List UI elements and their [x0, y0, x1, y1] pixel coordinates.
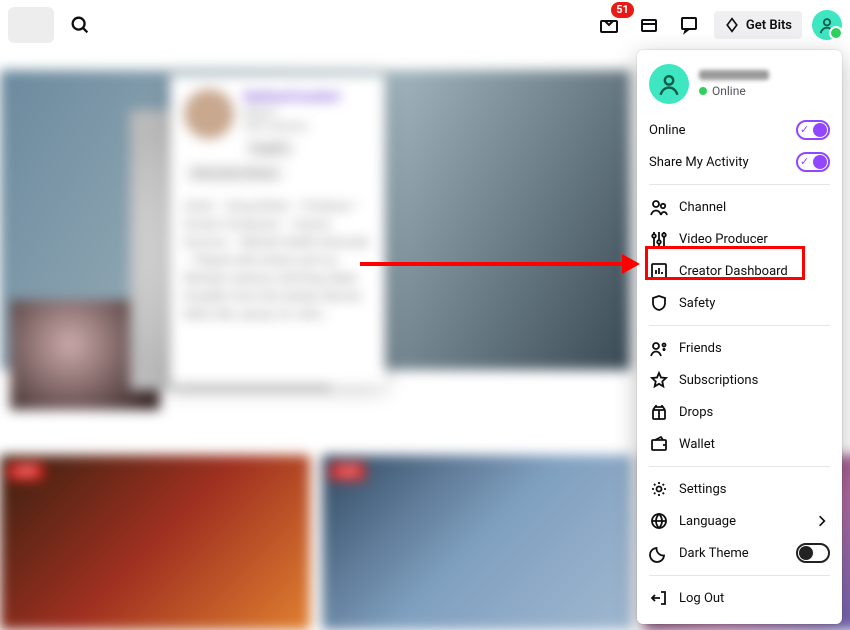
menu-username — [699, 70, 769, 80]
menu-avatar — [649, 64, 689, 104]
search-button[interactable] — [60, 7, 100, 43]
menu-item-label: Language — [679, 514, 736, 529]
drops-icon — [649, 402, 669, 422]
globe-icon — [649, 511, 669, 531]
menu-item-safety[interactable]: Safety — [637, 287, 842, 319]
get-bits-label: Get Bits — [746, 18, 792, 33]
whispers-button[interactable] — [674, 10, 704, 40]
toggle-dark-theme-switch[interactable] — [796, 543, 830, 563]
crown-icon — [639, 15, 659, 35]
toggle-online[interactable]: Online ✓ — [637, 114, 842, 146]
featured-info-card: NathanCavaleri Music635 viewers EnglishA… — [170, 75, 385, 385]
moon-icon — [649, 543, 669, 563]
channel-icon — [649, 197, 669, 217]
menu-item-video-producer[interactable]: Video Producer — [637, 223, 842, 255]
menu-item-language[interactable]: Language — [637, 505, 842, 537]
sliders-icon — [649, 229, 669, 249]
menu-user-header: Online — [637, 60, 842, 114]
menu-item-channel[interactable]: Channel — [637, 191, 842, 223]
toggle-online-switch[interactable]: ✓ — [796, 120, 830, 140]
inbox-arrow-icon — [599, 15, 619, 35]
online-dot-icon — [699, 87, 707, 95]
gear-icon — [649, 479, 669, 499]
logout-icon — [649, 588, 669, 608]
menu-item-label: Safety — [679, 296, 715, 311]
toggle-online-label: Online — [649, 123, 686, 138]
chat-icon — [679, 15, 699, 35]
menu-item-dark-theme[interactable]: Dark Theme — [637, 537, 842, 569]
toggle-activity-switch[interactable]: ✓ — [796, 152, 830, 172]
top-nav: 51 Get Bits — [0, 0, 850, 50]
user-menu-dropdown: Online Online ✓ Share My Activity ✓ Chan… — [637, 50, 842, 624]
menu-item-label: Dark Theme — [679, 546, 749, 561]
menu-divider — [649, 575, 830, 576]
menu-status-label: Online — [712, 84, 746, 98]
menu-item-friends[interactable]: Friends — [637, 332, 842, 364]
get-bits-button[interactable]: Get Bits — [714, 11, 802, 39]
menu-item-wallet[interactable]: Wallet — [637, 428, 842, 460]
wallet-icon — [649, 434, 669, 454]
shield-icon — [649, 293, 669, 313]
menu-item-label: Channel — [679, 200, 726, 215]
toggle-activity[interactable]: Share My Activity ✓ — [637, 146, 842, 178]
menu-item-creator-dashboard[interactable]: Creator Dashboard — [637, 255, 842, 287]
menu-item-drops[interactable]: Drops — [637, 396, 842, 428]
dashboard-icon — [649, 261, 669, 281]
featured-webcam-pip — [10, 300, 160, 410]
menu-divider — [649, 325, 830, 326]
menu-divider — [649, 466, 830, 467]
user-icon — [818, 16, 836, 34]
friends-icon — [649, 338, 669, 358]
menu-item-label: Wallet — [679, 437, 715, 452]
menu-item-label: Video Producer — [679, 232, 768, 247]
search-icon — [69, 14, 91, 36]
chevron-right-icon — [814, 513, 830, 529]
user-avatar-button[interactable] — [812, 10, 842, 40]
menu-status: Online — [699, 84, 769, 98]
menu-item-label: Subscriptions — [679, 373, 758, 388]
menu-item-logout[interactable]: Log Out — [637, 582, 842, 614]
menu-item-label: Creator Dashboard — [679, 264, 788, 279]
menu-item-label: Settings — [679, 482, 726, 497]
star-icon — [649, 370, 669, 390]
menu-item-settings[interactable]: Settings — [637, 473, 842, 505]
menu-item-label: Drops — [679, 405, 713, 420]
menu-item-subscriptions[interactable]: Subscriptions — [637, 364, 842, 396]
menu-divider — [649, 184, 830, 185]
toggle-activity-label: Share My Activity — [649, 155, 749, 170]
bits-icon — [724, 17, 740, 33]
menu-item-label: Log Out — [679, 591, 724, 606]
notifications-button[interactable]: 51 — [594, 10, 624, 40]
menu-item-label: Friends — [679, 341, 722, 356]
search-input[interactable] — [8, 7, 54, 43]
user-icon — [657, 72, 681, 96]
notifications-badge: 51 — [611, 2, 634, 18]
prime-loot-button[interactable] — [634, 10, 664, 40]
